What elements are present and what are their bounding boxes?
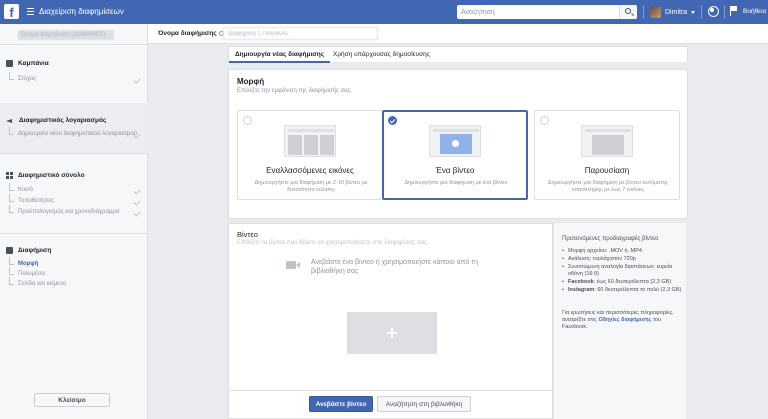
upload-hint: Ανεβάστε ένα βίντεο ή χρησιμοποιήστε κάπ… <box>311 259 478 275</box>
radio-button[interactable] <box>540 116 549 125</box>
close-button[interactable]: Κλείσιμο <box>34 393 110 407</box>
check-icon <box>133 198 141 206</box>
ad-name-row: Όνομα διαφήμισης <box>148 24 768 44</box>
upload-video-button[interactable]: Ανεβάστε βίντεο <box>309 396 373 412</box>
sidebar-heading-ad[interactable]: Διαφήμιση <box>6 247 51 254</box>
search-button[interactable] <box>619 5 637 19</box>
format-option-desc: Δημιουργήστε μια διαφήμιση με ένα βίντεο <box>404 180 508 186</box>
format-option-single-video[interactable]: Ένα βίντεο Δημιουργήστε μια διαφήμιση με… <box>382 110 528 200</box>
search-input[interactable] <box>457 5 619 19</box>
megaphone-icon <box>6 118 14 124</box>
list-item: Facebook: έως 60 δευτερόλεπτα (2,3 GB) <box>562 279 682 286</box>
search-box <box>457 5 637 19</box>
format-option-title: Εναλλασσόμενες εικόνες <box>266 166 354 175</box>
video-camera-icon <box>286 261 300 269</box>
user-name: Dimitra <box>665 8 688 16</box>
globe-icon[interactable] <box>708 6 719 17</box>
campaign-name[interactable]: Όνομα Καμπάνιας (ΔΙΑΦΑΝΕΣ) <box>18 30 114 40</box>
sidebar-item-placements[interactable]: Τοποθετήσεις <box>9 194 141 207</box>
format-option-desc: Δημιουργήστε μια διαφήμιση με 2-10 βίντε… <box>254 180 368 193</box>
video-title: Βίντεο <box>237 230 258 239</box>
tab-use-existing-post[interactable]: Χρήση υπάρχουσας δημοσίευσης <box>327 47 436 63</box>
top-bar: f Διαχείριση διαφημίσεων Dimitra Βοήθεια <box>0 0 768 24</box>
search-icon <box>625 8 631 14</box>
sidebar-item-audience[interactable]: Κοινό <box>9 183 141 196</box>
video-specs-panel: Προτεινόμενες προδιαγραφές βίντεο Μορφή … <box>553 223 686 419</box>
grid-icon <box>6 172 13 179</box>
divider <box>701 5 702 19</box>
sidebar: Όνομα Καμπάνιας (ΔΙΑΦΑΝΕΣ) Καμπάνια Στόχ… <box>0 24 148 419</box>
specs-title: Προτεινόμενες προδιαγραφές βίντεο <box>562 236 659 242</box>
check-icon[interactable] <box>388 116 397 125</box>
sidebar-item-new-ad-account[interactable]: Δημιουργία νέου διαφημιστικού λογαριασμο… <box>9 127 141 140</box>
facebook-logo-icon[interactable]: f <box>4 4 19 20</box>
sidebar-section-ad-account: Διαφημιστικός λογαριασμός Δημιουργία νέο… <box>0 103 148 153</box>
specs-note: Για ερωτήσεις και περισσότερες πληροφορί… <box>562 310 674 330</box>
check-icon <box>133 187 141 195</box>
list-item: Ανάλυση: τουλάχιστον 720p <box>562 256 682 263</box>
ad-icon <box>6 247 13 254</box>
video-actions: Ανεβάστε βίντεο Αναζήτηση στη βιβλιοθήκη <box>229 390 552 418</box>
carousel-preview-icon <box>284 125 336 157</box>
check-icon <box>133 76 141 84</box>
chevron-down-icon <box>691 10 696 14</box>
flag-icon[interactable] <box>730 6 738 16</box>
ad-name-input[interactable] <box>223 27 378 40</box>
sidebar-item-media[interactable]: Πολυμέσα <box>9 267 139 280</box>
list-item: Μορφή αρχείου: .MOV ή .MP4 <box>562 248 682 255</box>
browse-library-button[interactable]: Αναζήτηση στη βιβλιοθήκη <box>377 396 471 412</box>
sidebar-item-label: Δημιουργία νέου διαφημιστικού λογαριασμο… <box>18 131 138 137</box>
sidebar-heading-ad-set[interactable]: Διαφημιστικό σύνολο <box>6 172 85 179</box>
sidebar-item-label: Κοινό <box>18 187 33 193</box>
sidebar-item-label: Τοποθετήσεις <box>18 198 54 204</box>
format-option-slideshow[interactable]: Παρουσίαση Δημιουργήστε μια διαφήμιση με… <box>534 110 680 200</box>
divider <box>724 5 725 19</box>
user-menu[interactable]: Dimitra <box>650 6 696 18</box>
folder-icon <box>6 60 13 67</box>
video-panel: Βίντεο Επιλέξτε τα βίντεο που θέλετε να … <box>228 223 553 419</box>
format-option-desc: Δημιουργήστε μια διαφήμιση με βίντεο αυτ… <box>547 180 669 193</box>
sidebar-item-budget[interactable]: Προϋπολογισμός και χρονοδιάγραμμα <box>9 205 141 218</box>
slideshow-preview-icon <box>581 125 633 157</box>
sidebar-item-label: Σελίδα και κείμενο <box>18 281 67 287</box>
list-item: Instagram: 60 δευτερόλεπτα το πολύ (2,3 … <box>562 287 682 294</box>
specs-list: Μορφή αρχείου: .MOV ή .MP4 Ανάλυση: τουλ… <box>562 248 682 295</box>
sidebar-item-format[interactable]: Μορφή <box>9 257 139 270</box>
video-subtitle: Επιλέξτε τα βίντεο που θέλετε να χρησιμο… <box>237 240 429 246</box>
sidebar-item-label: Στόχος <box>18 76 37 82</box>
ad-name-label: Όνομα διαφήμισης <box>158 30 224 37</box>
help-link[interactable]: Βοήθεια <box>743 8 766 15</box>
divider <box>643 5 644 19</box>
plus-icon <box>387 328 397 338</box>
radio-button[interactable] <box>243 116 252 125</box>
sidebar-section-ad: Διαφήμιση Μορφή Πολυμέσα Σελίδα και κείμ… <box>0 233 148 313</box>
hamburger-menu-icon[interactable] <box>27 8 34 15</box>
format-option-title: Ένα βίντεο <box>435 166 475 175</box>
video-preview-icon <box>429 125 481 157</box>
app-title[interactable]: Διαχείριση διαφημίσεων <box>39 7 124 16</box>
format-subtitle: Επιλέξτε την εμφάνιση της διαφήμισής σας… <box>237 88 353 94</box>
format-option-carousel[interactable]: Εναλλασσόμενες εικόνες Δημιουργήστε μια … <box>237 110 383 200</box>
list-item: Συνιστώμενη αναλογία διαστάσεων: ευρεία … <box>562 264 682 278</box>
sidebar-heading-ad-account[interactable]: Διαφημιστικός λογαριασμός <box>6 117 106 124</box>
sidebar-item-label: Μορφή <box>18 261 39 267</box>
format-panel: Μορφή Επιλέξτε την εμφάνιση της διαφήμισ… <box>228 69 688 219</box>
upload-dropzone[interactable] <box>347 312 437 354</box>
sidebar-section-ad-set: Διαφημιστικό σύνολο Κοινό Τοποθετήσεις Π… <box>0 153 148 233</box>
format-option-title: Παρουσίαση <box>584 166 630 175</box>
avatar <box>650 6 661 18</box>
sidebar-item-label: Πολυμέσα <box>18 271 45 277</box>
sidebar-item-page-text[interactable]: Σελίδα και κείμενο <box>9 277 139 290</box>
check-icon <box>133 209 141 217</box>
ad-guidelines-link[interactable]: Οδηγίες διαφήμισης <box>598 317 651 323</box>
tab-create-new-ad[interactable]: Δημιουργία νέας διαφήμισης <box>229 47 331 63</box>
sidebar-item-objective[interactable]: Στόχος <box>9 72 141 85</box>
format-title: Μορφή <box>237 77 265 86</box>
sidebar-heading-campaign[interactable]: Καμπάνια <box>6 60 49 67</box>
ad-tabs: Δημιουργία νέας διαφήμισης Χρήση υπάρχου… <box>228 46 688 63</box>
sidebar-item-label: Προϋπολογισμός και χρονοδιάγραμμα <box>18 209 120 215</box>
